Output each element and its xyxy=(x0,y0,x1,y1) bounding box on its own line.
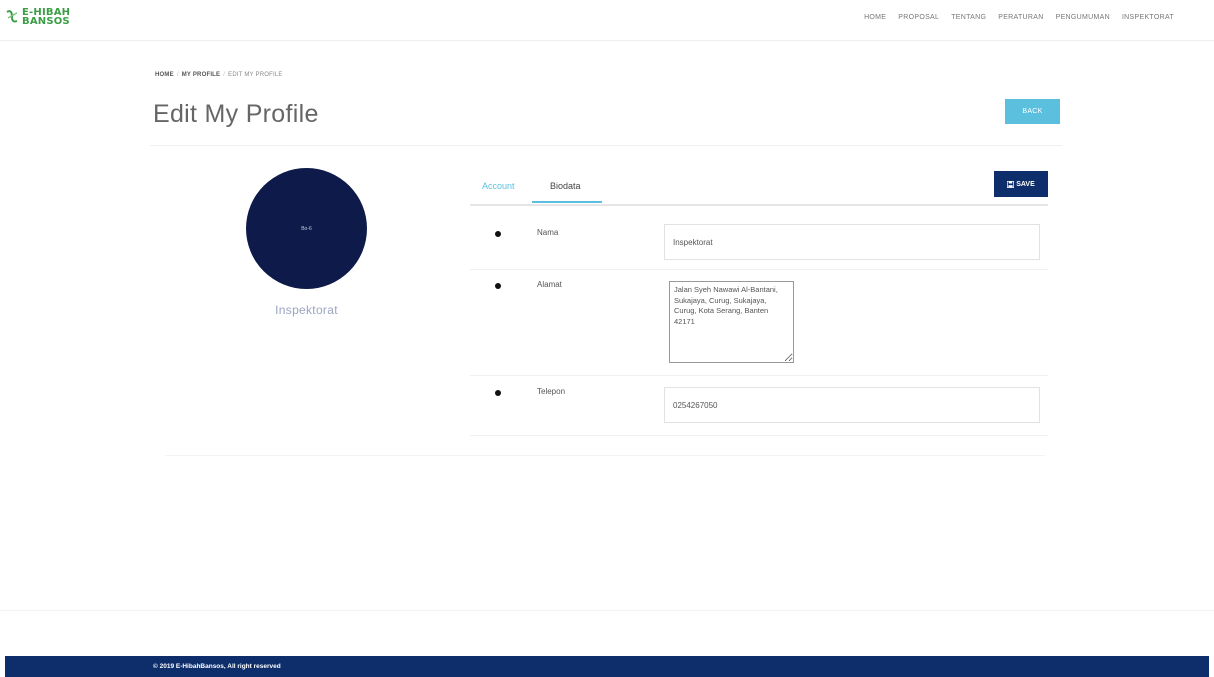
nav-tentang[interactable]: TENTANG xyxy=(951,14,986,21)
profile-name: Inspektorat xyxy=(275,303,338,317)
breadcrumb-my-profile[interactable]: MY PROFILE xyxy=(182,72,221,78)
nav-home[interactable]: HOME xyxy=(864,14,886,21)
telepon-label: Telepon xyxy=(537,387,566,396)
title-divider xyxy=(150,145,1062,146)
save-icon xyxy=(1007,180,1015,188)
main-nav: HOME PROPOSAL TENTANG PERATURAN PENGUMUM… xyxy=(864,14,1174,21)
tabs-divider xyxy=(470,204,1048,206)
nav-inspektorat[interactable]: INSPEKTORAT xyxy=(1122,14,1174,21)
profile-tabs: Account Biodata xyxy=(470,172,1048,204)
alamat-textarea[interactable]: Jalan Syeh Nawawi Al-Bantani, Sukajaya, … xyxy=(669,281,794,363)
nav-peraturan[interactable]: PERATURAN xyxy=(998,14,1043,21)
content-divider xyxy=(165,455,1045,456)
logo-icon xyxy=(6,10,18,23)
nama-input[interactable] xyxy=(664,224,1040,260)
breadcrumb-home[interactable]: HOME xyxy=(155,72,174,78)
logo-text: E-HIBAH BANSOS xyxy=(22,8,70,27)
back-button[interactable]: BACK xyxy=(1005,99,1060,124)
top-navbar: E-HIBAH BANSOS HOME PROPOSAL TENTANG PER… xyxy=(0,0,1214,41)
tab-account[interactable]: Account xyxy=(482,181,515,191)
form-row-alamat: Alamat Jalan Syeh Nawawi Al-Bantani, Suk… xyxy=(470,269,1048,376)
breadcrumb-separator: / xyxy=(176,72,179,78)
save-button-label: SAVE xyxy=(1016,180,1035,188)
telepon-input[interactable] xyxy=(664,387,1040,423)
alamat-label: Alamat xyxy=(537,280,562,289)
footer: © 2019 E-HibahBansos, All right reserved xyxy=(5,656,1209,677)
form-row-nama: Nama xyxy=(470,207,1048,270)
breadcrumb-separator: / xyxy=(223,72,226,78)
bullet-icon xyxy=(495,390,501,396)
footer-divider xyxy=(0,610,1214,611)
nama-label: Nama xyxy=(537,228,559,237)
page-title: Edit My Profile xyxy=(153,100,319,128)
active-tab-indicator xyxy=(532,201,602,203)
bullet-icon xyxy=(495,283,501,289)
logo[interactable]: E-HIBAH BANSOS xyxy=(5,8,70,27)
copyright-text: © 2019 E-HibahBansos, All right reserved xyxy=(153,663,281,670)
logo-line-2: BANSOS xyxy=(22,16,70,27)
breadcrumb-current: EDIT MY PROFILE xyxy=(228,72,283,78)
breadcrumb: HOME / MY PROFILE / EDIT MY PROFILE xyxy=(155,72,283,78)
avatar-text: Bo-6 xyxy=(301,225,312,232)
nav-pengumuman[interactable]: PENGUMUMAN xyxy=(1056,14,1110,21)
nav-proposal[interactable]: PROPOSAL xyxy=(898,14,939,21)
tab-biodata[interactable]: Biodata xyxy=(550,181,581,191)
form-row-telepon: Telepon xyxy=(470,375,1048,436)
avatar[interactable]: Bo-6 xyxy=(246,168,367,289)
save-button[interactable]: SAVE xyxy=(994,171,1048,197)
bullet-icon xyxy=(495,231,501,237)
